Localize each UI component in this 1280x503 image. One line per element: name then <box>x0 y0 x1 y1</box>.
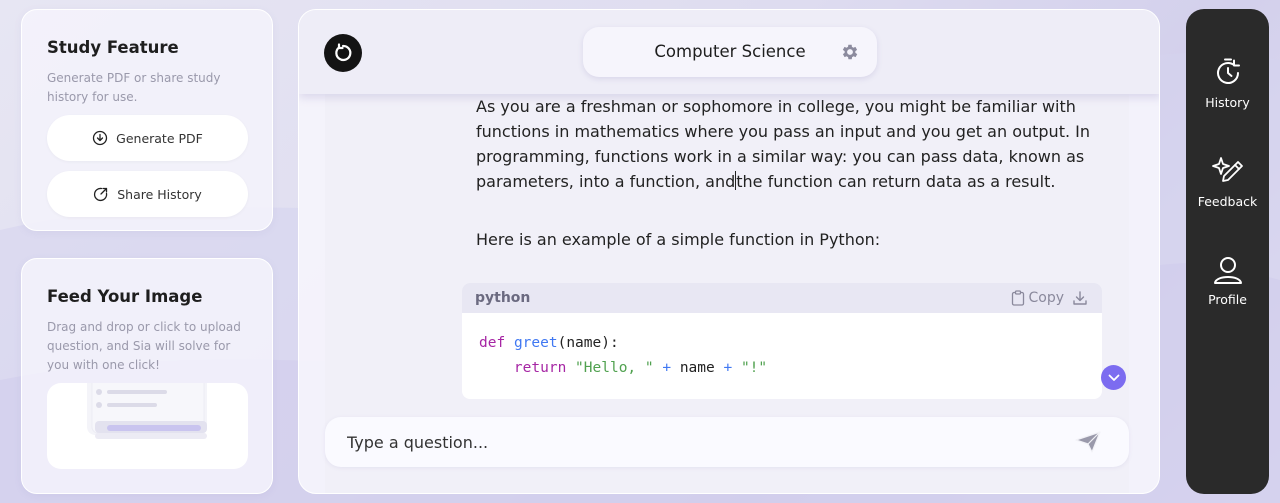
chevron-down-icon <box>1108 374 1119 381</box>
code-content: def greet(name): return "Hello, " + name… <box>462 313 1102 381</box>
clipboard-icon <box>1012 290 1025 306</box>
code-string: "Hello, " <box>575 360 654 376</box>
message-text-continued: the function can return data as a result… <box>736 172 1056 191</box>
scroll-down-button[interactable] <box>1101 365 1126 390</box>
history-icon <box>1216 58 1240 84</box>
share-history-label: Share History <box>117 186 202 202</box>
study-feature-panel: Study Feature Generate PDF or share stud… <box>21 9 273 231</box>
share-history-button[interactable]: Share History <box>47 171 248 217</box>
code-keyword: return <box>513 360 567 376</box>
code-language-label: python <box>475 290 531 306</box>
code-keyword: def <box>479 335 506 351</box>
code-string: "!" <box>740 360 768 376</box>
refresh-icon <box>335 43 352 62</box>
code-actions: Copy <box>1011 290 1088 306</box>
generate-pdf-label: Generate PDF <box>116 130 203 146</box>
sidebar-item-label: History <box>1205 95 1250 110</box>
code-operator: + <box>662 360 672 376</box>
subject-selector[interactable]: Computer Science <box>583 27 877 77</box>
generate-pdf-button[interactable]: Generate PDF <box>47 115 248 161</box>
document-illustration-icon <box>87 383 207 439</box>
sidebar-item-history[interactable]: History <box>1186 57 1269 110</box>
send-icon[interactable] <box>1075 431 1101 453</box>
feed-image-description: Drag and drop or click to upload questio… <box>47 320 241 372</box>
copy-label: Copy <box>1028 290 1064 306</box>
share-icon <box>94 187 108 202</box>
study-feature-title: Study Feature <box>47 38 179 57</box>
assistant-message-paragraph: As you are a freshman or sophomore in co… <box>476 94 1096 194</box>
assistant-message-paragraph-2: Here is an example of a simple function … <box>476 230 881 249</box>
sparkle-pen-icon <box>1211 157 1243 182</box>
feed-image-title: Feed Your Image <box>47 287 203 306</box>
copy-code-button[interactable]: Copy <box>1011 290 1064 306</box>
code-variable: name <box>679 360 715 376</box>
sidebar-item-profile[interactable]: Profile <box>1186 254 1269 307</box>
sidebar-item-label: Profile <box>1208 292 1247 307</box>
feed-image-panel: Feed Your Image Drag and drop or click t… <box>21 258 273 494</box>
download-circle-icon <box>92 130 108 146</box>
sidebar-item-label: Feedback <box>1197 194 1258 209</box>
chat-panel: Computer Science As you are a freshman o… <box>298 9 1160 494</box>
image-upload-dropzone[interactable] <box>47 383 248 469</box>
user-icon <box>1213 257 1242 284</box>
refresh-button[interactable] <box>324 34 362 72</box>
download-icon <box>1073 291 1087 305</box>
chat-header: Computer Science <box>299 10 1159 94</box>
sidebar-item-feedback[interactable]: Feedback <box>1186 156 1269 209</box>
code-params: (name): <box>557 335 619 351</box>
download-code-button[interactable] <box>1072 290 1088 306</box>
question-input[interactable] <box>347 429 1047 455</box>
code-block: python Copy def greet(name): return "Hel… <box>462 283 1102 399</box>
study-feature-description: Generate PDF or share study history for … <box>47 71 221 104</box>
subject-label: Computer Science <box>654 42 806 61</box>
question-input-bar <box>325 417 1129 467</box>
gear-icon[interactable] <box>840 42 860 62</box>
code-operator: + <box>723 360 733 376</box>
right-sidebar: History Feedback Profile <box>1186 9 1269 494</box>
code-function-name: greet <box>513 335 558 351</box>
code-block-header: python Copy <box>462 283 1102 313</box>
